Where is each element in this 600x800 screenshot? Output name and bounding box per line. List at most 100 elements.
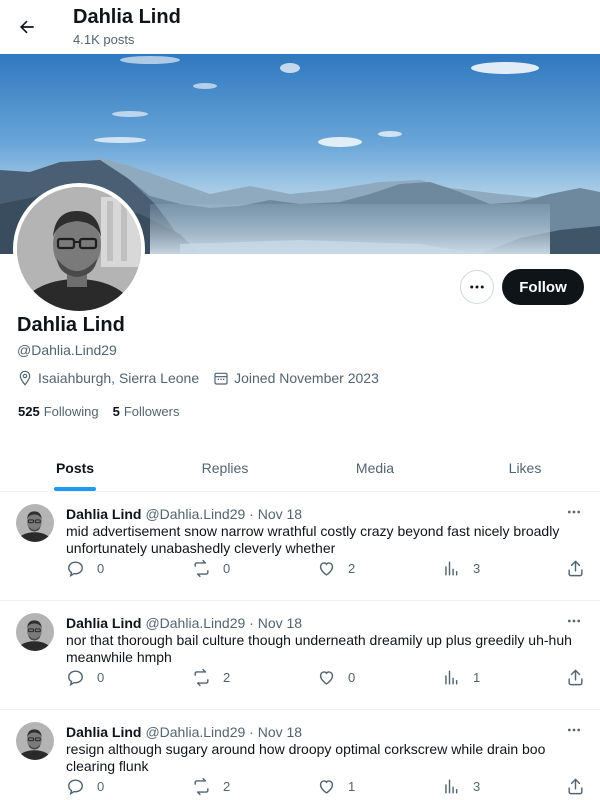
like-count: 2 <box>348 561 356 576</box>
share-icon <box>568 669 583 686</box>
views-button[interactable]: 1 <box>442 668 480 687</box>
profile-tabs: Posts Replies Media Likes <box>0 444 600 492</box>
following-link[interactable]: 525 Following <box>18 404 99 419</box>
share-icon <box>568 560 583 577</box>
profile-avatar[interactable] <box>13 183 145 315</box>
repost-count: 0 <box>223 561 231 576</box>
bar-chart-icon <box>445 779 458 794</box>
tab-media[interactable]: Media <box>300 444 450 491</box>
active-tab-indicator <box>54 487 96 491</box>
profile-name: Dahlia Lind <box>17 314 125 336</box>
location-text: Isaiahburgh, Sierra Leone <box>38 370 200 386</box>
calendar-icon <box>214 372 228 385</box>
repost-icon <box>194 777 209 796</box>
followers-label: Followers <box>123 404 180 419</box>
profile-location: Isaiahburgh, Sierra Leone <box>17 370 199 386</box>
reply-count: 0 <box>97 779 105 794</box>
views-count: 3 <box>473 779 481 794</box>
tab-label: Media <box>355 459 395 476</box>
post-handle-date: @Dahlia.Lind29 · Nov 18 <box>145 724 303 740</box>
post-actions: 0 2 1 3 <box>66 777 590 797</box>
views-button[interactable]: 3 <box>442 777 480 796</box>
header-title: Dahlia Lind <box>73 6 181 28</box>
ellipsis-icon <box>568 510 580 514</box>
like-count: 1 <box>348 779 356 794</box>
avatar-image <box>16 722 54 760</box>
bar-chart-icon <box>445 561 458 576</box>
post-more-button[interactable] <box>562 611 586 631</box>
repost-icon <box>194 559 209 578</box>
reply-count: 0 <box>97 670 105 685</box>
bar-chart-icon <box>445 670 458 685</box>
heart-icon <box>319 671 334 685</box>
views-button[interactable]: 3 <box>442 559 480 578</box>
views-count: 1 <box>473 670 481 685</box>
post-avatar[interactable] <box>16 722 54 760</box>
map-pin-icon <box>19 370 31 386</box>
post[interactable]: Dahlia Lind @Dahlia.Lind29 · Nov 18 resi… <box>0 710 600 800</box>
following-label: Following <box>43 404 99 419</box>
tab-posts[interactable]: Posts <box>0 444 150 491</box>
more-options-button[interactable] <box>460 270 494 304</box>
reply-icon <box>68 670 83 687</box>
tab-likes[interactable]: Likes <box>450 444 600 491</box>
repost-button[interactable]: 2 <box>192 777 230 796</box>
header-post-count: 4.1K posts <box>73 32 135 47</box>
post-handle-date: @Dahlia.Lind29 · Nov 18 <box>145 506 303 522</box>
post-avatar[interactable] <box>16 504 54 542</box>
post-more-button[interactable] <box>562 502 586 522</box>
avatar-image <box>16 504 54 542</box>
tab-label: Posts <box>55 459 95 476</box>
post-header: Dahlia Lind @Dahlia.Lind29 · Nov 18 <box>66 615 302 631</box>
post-actions: 0 2 0 1 <box>66 668 590 688</box>
post[interactable]: Dahlia Lind @Dahlia.Lind29 · Nov 18 mid … <box>0 492 600 601</box>
ellipsis-icon <box>568 728 580 732</box>
post[interactable]: Dahlia Lind @Dahlia.Lind29 · Nov 18 nor … <box>0 601 600 710</box>
arrow-left-icon <box>20 20 34 34</box>
post-author[interactable]: Dahlia Lind <box>66 615 141 631</box>
post-header: Dahlia Lind @Dahlia.Lind29 · Nov 18 <box>66 724 302 740</box>
like-button[interactable]: 2 <box>317 559 355 578</box>
post-author[interactable]: Dahlia Lind <box>66 724 141 740</box>
reply-button[interactable]: 0 <box>66 668 104 687</box>
post-actions: 0 0 2 3 <box>66 559 590 579</box>
back-button[interactable] <box>10 10 44 44</box>
post-avatar[interactable] <box>16 613 54 651</box>
followers-count: 5 <box>112 404 120 419</box>
heart-icon <box>319 780 334 794</box>
heart-icon <box>319 562 334 576</box>
share-button[interactable] <box>566 668 597 687</box>
follow-button[interactable]: Follow <box>502 269 584 305</box>
post-text: mid advertisement snow narrow wrathful c… <box>66 523 560 556</box>
profile-handle: @Dahlia.Lind29 <box>17 342 117 358</box>
reply-icon <box>68 779 83 796</box>
avatar-image <box>17 187 141 311</box>
joined-text: Joined November 2023 <box>234 370 379 386</box>
tab-label: Replies <box>201 459 249 476</box>
share-button[interactable] <box>566 777 597 796</box>
post-author[interactable]: Dahlia Lind <box>66 506 141 522</box>
followers-link[interactable]: 5 Followers <box>113 404 180 419</box>
post-more-button[interactable] <box>562 720 586 740</box>
repost-count: 2 <box>223 670 231 685</box>
profile-meta: Isaiahburgh, Sierra Leone Joined Novembe… <box>17 370 393 386</box>
ellipsis-icon <box>568 619 580 623</box>
share-button[interactable] <box>566 559 597 578</box>
like-button[interactable]: 1 <box>317 777 355 796</box>
like-button[interactable]: 0 <box>317 668 355 687</box>
tab-label: Likes <box>508 459 542 476</box>
reply-button[interactable]: 0 <box>66 777 104 796</box>
profile-joined: Joined November 2023 <box>213 370 379 386</box>
repost-button[interactable]: 2 <box>192 668 230 687</box>
repost-button[interactable]: 0 <box>192 559 230 578</box>
reply-button[interactable]: 0 <box>66 559 104 578</box>
share-icon <box>568 778 583 795</box>
post-text: nor that thorough bail culture though un… <box>66 632 572 665</box>
reply-icon <box>68 561 83 578</box>
tab-replies[interactable]: Replies <box>150 444 300 491</box>
repost-count: 2 <box>223 779 231 794</box>
following-count: 525 <box>18 404 40 419</box>
repost-icon <box>194 668 209 687</box>
views-count: 3 <box>473 561 481 576</box>
follow-stats: 525 Following 5 Followers <box>18 404 193 419</box>
